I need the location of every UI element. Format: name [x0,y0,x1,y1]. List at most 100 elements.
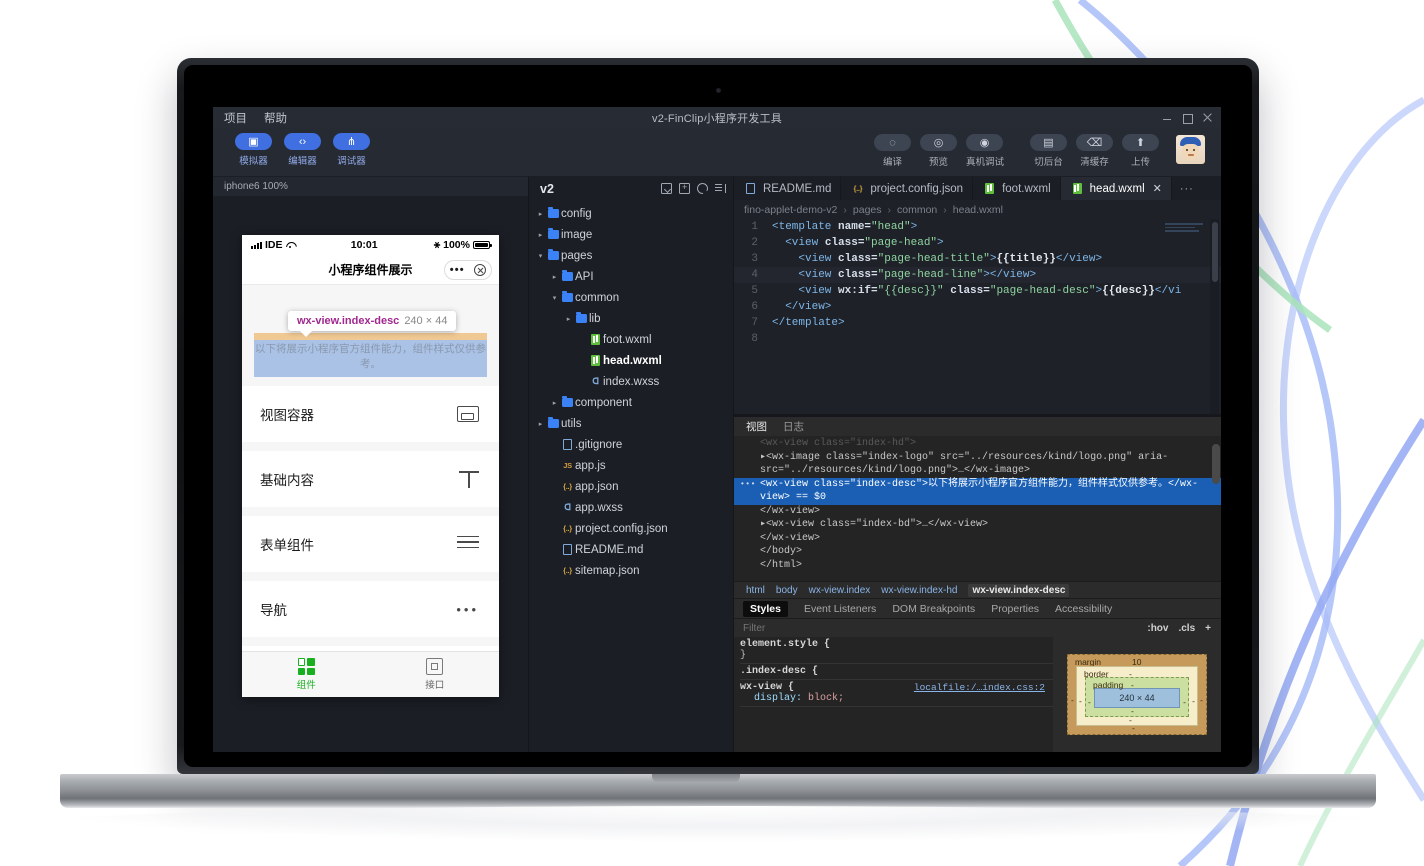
chevron-down-icon[interactable]: ▾ [535,252,546,260]
style-rules-list[interactable]: element.style {}.index-desc {</span><div… [734,637,1053,752]
code-minimap[interactable] [1165,223,1207,239]
more-dots-icon[interactable]: ••• [450,265,465,276]
chevron-right-icon[interactable]: ▸ [549,399,560,407]
css-selector[interactable]: .index-desc { [740,666,818,677]
chevron-right-icon[interactable]: ▸ [563,315,574,323]
file-tree-node[interactable]: ▾common [529,287,733,308]
file-tree-node[interactable]: {..}project.config.json [529,518,733,539]
dom-node-line[interactable]: </body> [734,545,1221,559]
file-tree-node[interactable]: ▾pages [529,245,733,266]
toolbar-button-upload[interactable]: ⬆ 上传 [1122,134,1159,168]
padding-bottom-value[interactable]: - [1131,706,1134,716]
add-rule-icon[interactable]: + [1205,623,1211,634]
hov-toggle[interactable]: :hov [1147,623,1168,634]
breadcrumb-item[interactable]: pages [853,204,882,216]
editor-tab[interactable]: foot.wxml [973,177,1061,200]
padding-top-value[interactable]: - [1131,680,1134,690]
close-circle-icon[interactable] [474,264,486,276]
inspected-element-highlight[interactable]: wx-view.index-desc240 × 44 以下将展示小程序官方组件能… [254,333,487,377]
dom-crumb[interactable]: wx-view.index-hd [881,585,957,596]
chevron-right-icon[interactable]: ▸ [535,420,546,428]
phone-capsule-buttons[interactable]: ••• [444,260,492,280]
chevron-down-icon[interactable]: ▾ [549,294,560,302]
border-left-value[interactable]: - [1079,696,1082,706]
margin-left-value[interactable]: - [1071,695,1074,705]
devtools-tab[interactable]: 日志 [783,419,804,434]
css-rule[interactable]: .index-desc {</span><div class="prop" da… [740,666,1053,680]
chevron-right-icon[interactable]: ▸ [535,231,546,239]
list-item[interactable]: 表单组件 [242,516,499,572]
dom-crumb[interactable]: body [776,585,798,596]
editor-tab[interactable]: README.md [734,177,841,200]
styles-subtab[interactable]: Event Listeners [804,603,876,615]
new-folder-icon[interactable] [679,183,690,194]
dom-node-line[interactable]: <wx-view class="index-hd"> [734,437,1221,451]
file-tree-node[interactable]: {..}app.json [529,476,733,497]
dom-node-line[interactable]: </wx-view> [734,532,1221,546]
file-tree-node[interactable]: ▸config [529,203,733,224]
file-tree-node[interactable]: .gitignore [529,434,733,455]
editor-tab[interactable]: head.wxml✕ [1061,177,1172,200]
elements-tree[interactable]: <wx-view class="index-hd">▸<wx-image cla… [734,436,1221,581]
dom-crumb[interactable]: html [746,585,765,596]
toolbar-button-debugger[interactable]: ⋔ 调试器 [333,133,370,167]
code-scrollbar[interactable] [1210,219,1219,415]
styles-subtab[interactable]: DOM Breakpoints [892,603,975,615]
styles-subtab[interactable]: Properties [991,603,1039,615]
css-declaration[interactable]: display: block; [740,693,1053,704]
file-tree-node[interactable]: ▸utils [529,413,733,434]
dom-node-line[interactable]: ▸<wx-view class="index-bd">…</wx-view> [734,518,1221,532]
styles-subtab[interactable]: Styles [743,601,788,617]
css-source-link[interactable]: localfile:/…index.css:2 [914,682,1045,693]
file-tree-node[interactable]: ▸image [529,224,733,245]
toolbar-button-editor[interactable]: ‹› 编辑器 [284,133,321,167]
file-tree-node[interactable]: README.md [529,539,733,560]
editor-tab[interactable]: {..}project.config.json [841,177,973,200]
list-item[interactable]: 基础内容 [242,451,499,507]
close-icon[interactable] [1202,112,1213,123]
dom-crumb[interactable]: wx-view.index-desc [968,584,1069,597]
dom-node-line[interactable]: </html> [734,559,1221,573]
list-item[interactable]: 导航 ••• [242,581,499,637]
margin-right-value[interactable]: - [1200,695,1203,705]
list-item[interactable]: 视图容器 [242,386,499,442]
more-tabs-icon[interactable]: ··· [1172,177,1202,200]
breadcrumb-item[interactable]: fino-applet-demo-v2 [744,204,837,216]
collapse-all-icon[interactable] [715,183,726,194]
file-tree-node[interactable]: ▸lib [529,308,733,329]
padding-left-value[interactable]: - [1088,697,1091,707]
toolbar-button-background[interactable]: ▤ 切后台 [1030,134,1067,168]
breadcrumb-item[interactable]: common [897,204,937,216]
code-editor[interactable]: 1<template name="head">2 <view class="pa… [734,219,1221,415]
minimize-icon[interactable] [1162,112,1173,123]
file-tree-node[interactable]: ▸component [529,392,733,413]
css-selector[interactable]: element.style { [740,639,830,650]
tab-components[interactable]: 组件 [242,652,371,697]
chevron-right-icon[interactable]: ▸ [549,273,560,281]
padding-right-value[interactable]: - [1183,697,1186,707]
toolbar-button-simulator[interactable]: ▣ 模拟器 [235,133,272,167]
box-model-content[interactable]: 240 × 44 [1094,688,1180,708]
box-model-margin[interactable]: margin 10 - - - border - [1067,654,1207,735]
border-right-value[interactable]: - [1192,696,1195,706]
file-tree-node[interactable]: JSapp.js [529,455,733,476]
file-tree-node[interactable]: head.wxml [529,350,733,371]
chevron-right-icon[interactable]: ▸ [535,210,546,218]
css-selector[interactable]: wx-view { [740,682,794,693]
filter-input[interactable] [743,623,1147,634]
dom-crumb[interactable]: wx-view.index [809,585,871,596]
toolbar-button-clear-cache[interactable]: ⌫ 清缓存 [1076,134,1113,168]
box-model-padding[interactable]: padding - - - - 240 × 44 [1085,677,1189,717]
elements-scrollbar[interactable] [1212,444,1220,484]
dom-node-line[interactable]: </wx-view> [734,505,1221,519]
close-tab-icon[interactable]: ✕ [1153,182,1162,195]
file-tree-node[interactable]: {..}sitemap.json [529,560,733,581]
dom-node-line[interactable]: <wx-view class="index-desc">以下将展示小程序官方组件… [734,478,1221,505]
dom-node-line[interactable]: ▸<wx-image class="index-logo" src="../re… [734,451,1221,478]
new-file-icon[interactable] [661,183,672,194]
toolbar-button-preview[interactable]: ◎ 预览 [920,134,957,168]
tab-api[interactable]: 接口 [371,652,500,697]
styles-subtab[interactable]: Accessibility [1055,603,1112,615]
file-tree-node[interactable]: ▸API [529,266,733,287]
css-rule[interactable]: wx-view { localfile:/…index.css:2display:… [740,682,1053,707]
